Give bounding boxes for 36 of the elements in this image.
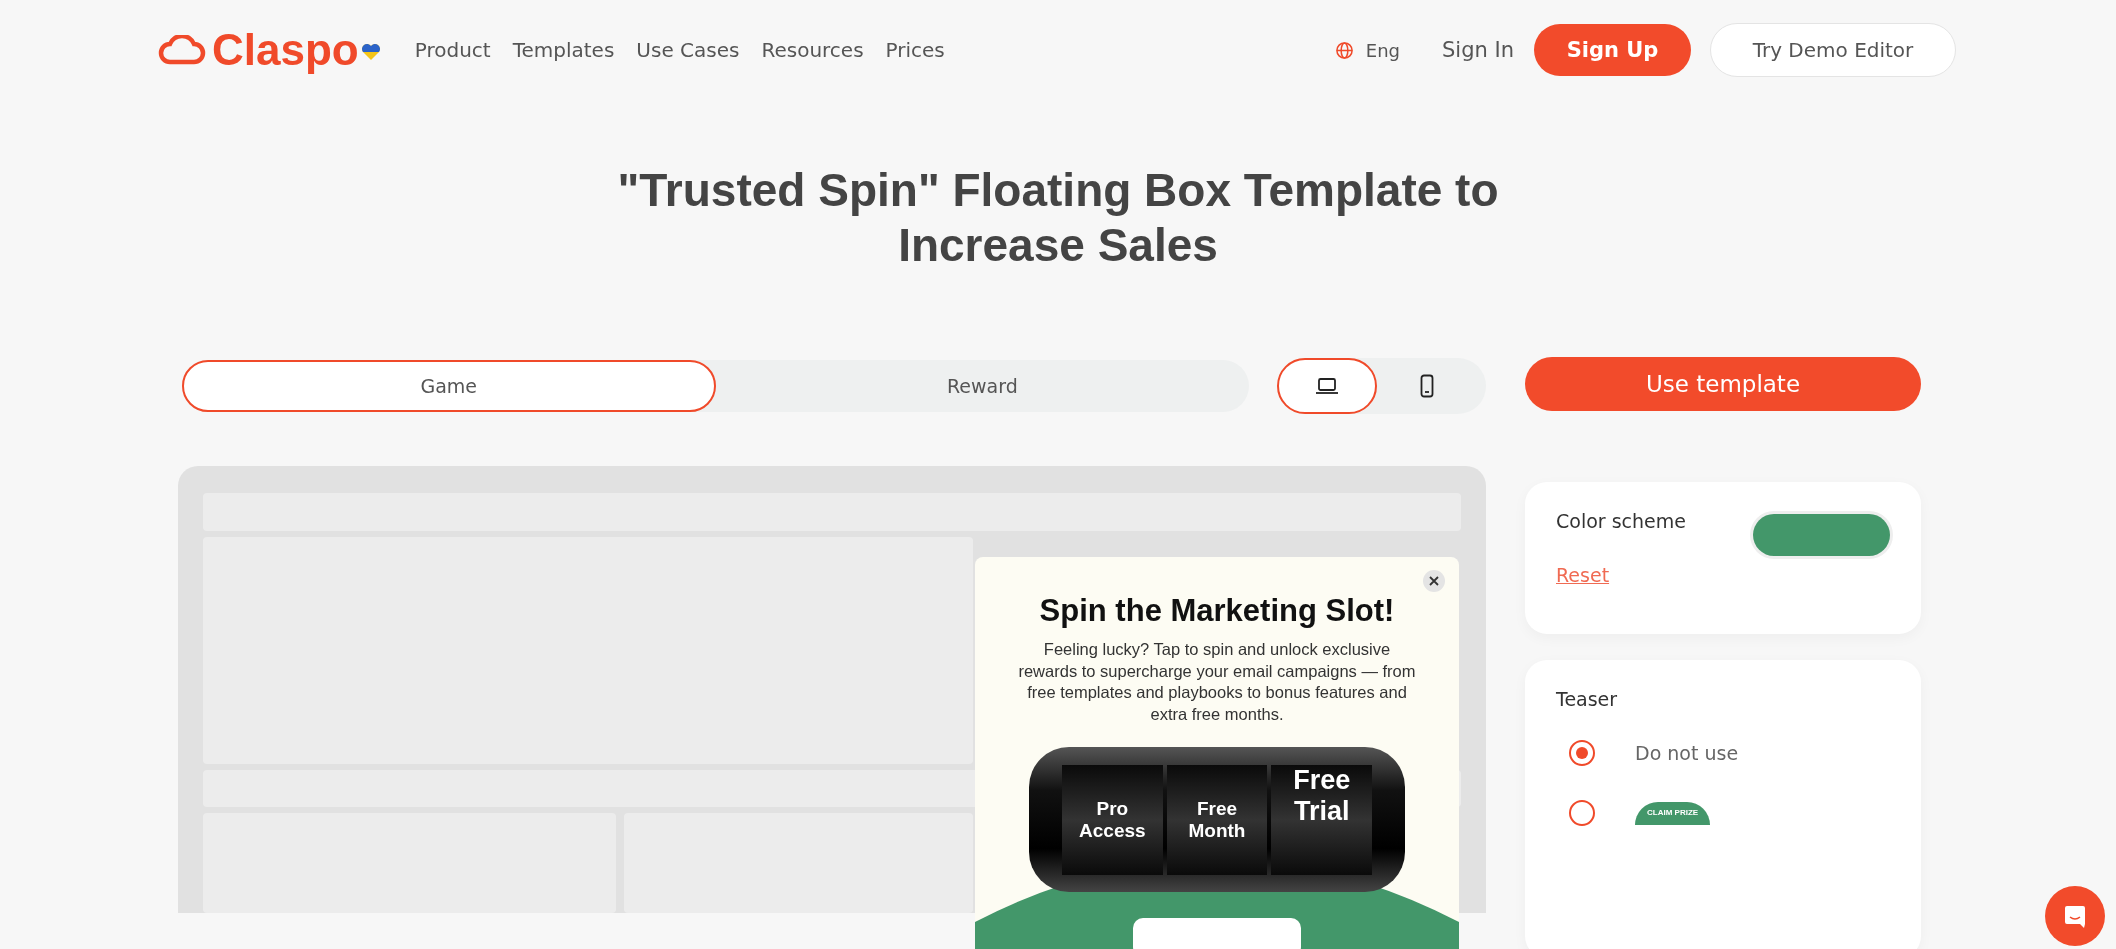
- nav-link[interactable]: Templates: [512, 38, 615, 62]
- popup-description: Feeling lucky? Tap to spin and unlock exclusive rewards to supercharge your email campaigns — from free templates and playbooks to bonus features and extra free months.: [1017, 639, 1417, 725]
- language-selector[interactable]: Eng: [1334, 39, 1400, 61]
- sign-in-link[interactable]: Sign In: [1442, 38, 1514, 62]
- reel-label: Free Month: [1187, 797, 1247, 842]
- reel-label: Pro Access: [1078, 797, 1147, 842]
- nav-link[interactable]: Use Cases: [636, 38, 740, 62]
- page-title: "Trusted Spin" Floating Box Template to Increase Sales: [616, 163, 1500, 273]
- close-icon: [1429, 576, 1439, 586]
- popup-title: Spin the Marketing Slot!: [1039, 593, 1395, 629]
- color-swatch[interactable]: [1753, 514, 1890, 557]
- phone-icon: [1420, 374, 1435, 398]
- nav-link[interactable]: Resources: [761, 38, 864, 62]
- nav-link[interactable]: Product: [414, 38, 491, 62]
- laptop-button[interactable]: [1277, 358, 1378, 414]
- globe-icon: [1334, 40, 1354, 60]
- option-label: Do not use: [1635, 742, 1739, 765]
- tab[interactable]: Game: [182, 360, 716, 412]
- cloud-logo-icon: [158, 35, 206, 65]
- chat-button[interactable]: [2045, 886, 2105, 946]
- card-heading: Teaser: [1556, 688, 1618, 711]
- sign-up-button[interactable]: Sign Up: [1534, 24, 1691, 76]
- logo-text: Claspo: [212, 25, 359, 75]
- close-button[interactable]: [1423, 570, 1445, 592]
- card-heading: Color scheme: [1556, 510, 1686, 533]
- teaser-preview: CLAIM PRIZE: [1635, 801, 1711, 825]
- heart-icon: [360, 43, 381, 61]
- use-template-button[interactable]: Use template: [1525, 357, 1921, 412]
- chat-icon: [2064, 904, 2086, 928]
- demo-editor-button[interactable]: Try Demo Editor: [1710, 23, 1956, 77]
- laptop-icon: [1315, 377, 1340, 395]
- reel-label: Free Trial: [1292, 764, 1352, 828]
- radio-button[interactable]: [1569, 740, 1595, 767]
- nav-link[interactable]: Prices: [885, 38, 945, 62]
- tab[interactable]: Reward: [715, 360, 1250, 412]
- radio-button[interactable]: [1569, 800, 1595, 827]
